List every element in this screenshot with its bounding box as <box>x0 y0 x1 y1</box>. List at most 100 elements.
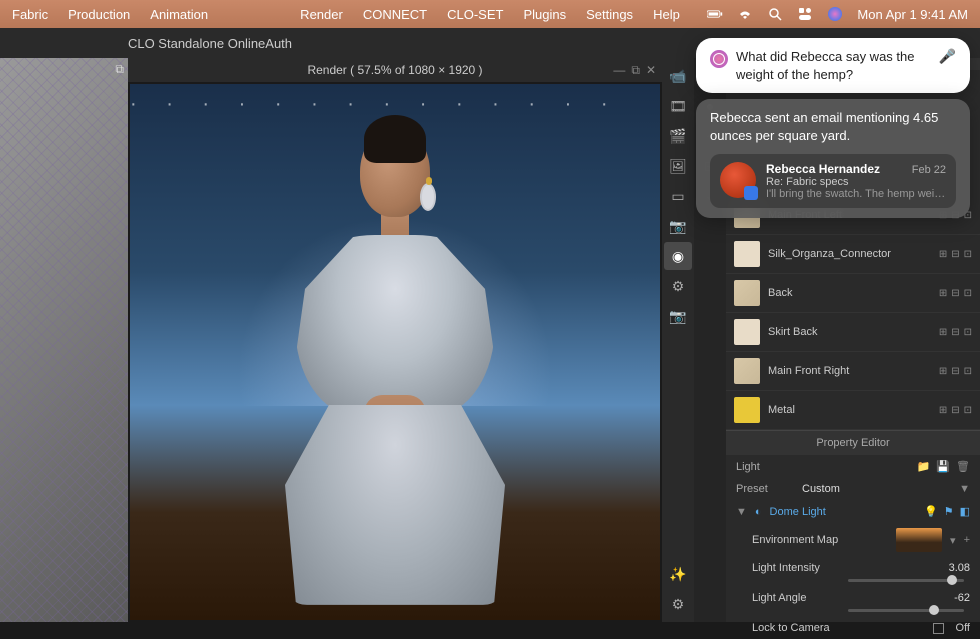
close-icon[interactable]: ✕ <box>646 63 656 78</box>
siri-response-text: Rebecca sent an email mentioning 4.65 ou… <box>710 109 956 144</box>
property-editor-header: Property Editor <box>726 431 980 455</box>
add-icon[interactable]: ⊞ <box>939 366 947 377</box>
object-item[interactable]: Back ⊞⊟⊡ <box>726 274 980 313</box>
render-title: Render ( 57.5% of 1080 × 1920 ) <box>307 63 482 77</box>
copy-icon[interactable]: ⊡ <box>964 405 972 416</box>
folder-icon[interactable]: 📁 <box>917 460 931 473</box>
trash-icon[interactable]: 🗑 <box>956 460 970 473</box>
intensity-slider[interactable] <box>848 579 964 582</box>
lock-label: Lock to Camera <box>752 622 925 634</box>
render-panel: Render ( 57.5% of 1080 × 1920 ) — ⧉ ✕ <box>128 58 662 622</box>
angle-slider[interactable] <box>848 609 964 612</box>
render-toolbar: 📹 🎞 🎬 🖼 ▭ 📷 ◉ ⚙ 📷 ✨ ⚙ <box>662 58 694 622</box>
tool-camera-icon[interactable]: 📹 <box>664 62 692 90</box>
copy-icon[interactable]: ⊡ <box>964 288 972 299</box>
siri-email-result[interactable]: Rebecca Hernandez Feb 22 Re: Fabric spec… <box>710 154 956 208</box>
lock-checkbox[interactable] <box>933 623 944 634</box>
tool-photo-icon[interactable]: 📷 <box>664 212 692 240</box>
minimize-icon[interactable]: — <box>613 63 625 78</box>
siri-query-text: What did Rebecca say was the weight of t… <box>736 48 931 83</box>
object-item[interactable]: Metal ⊞⊟⊡ <box>726 391 980 430</box>
spotlight-icon[interactable] <box>767 6 783 22</box>
object-swatch <box>734 319 760 345</box>
menu-animation[interactable]: Animation <box>150 7 208 22</box>
dome-light-item[interactable]: Dome Light <box>770 506 916 518</box>
object-name: Main Front Right <box>768 365 931 377</box>
wireframe-panel[interactable]: ⧉ <box>0 58 128 622</box>
add-icon[interactable]: ⊞ <box>939 249 947 260</box>
chevron-down-icon[interactable]: ▼ <box>959 483 970 495</box>
tool-settings-icon[interactable]: ⚙ <box>664 590 692 618</box>
preset-dropdown[interactable]: Custom <box>802 483 951 495</box>
battery-icon[interactable] <box>707 6 723 22</box>
menu-connect[interactable]: CONNECT <box>363 7 427 22</box>
copy-icon[interactable]: ⊡ <box>964 327 972 338</box>
object-item[interactable]: Skirt Back ⊞⊟⊡ <box>726 313 980 352</box>
intensity-value[interactable]: 3.08 <box>934 562 970 574</box>
popout-icon[interactable]: ⧉ <box>115 62 124 77</box>
env-map-label: Environment Map <box>752 534 888 546</box>
env-map-thumbnail[interactable] <box>896 528 942 552</box>
grid-icon[interactable]: ⊟ <box>951 327 959 338</box>
grid-icon[interactable]: ⊟ <box>951 249 959 260</box>
tool-gear-icon[interactable]: ⚙ <box>664 272 692 300</box>
copy-icon[interactable]: ⊡ <box>964 249 972 260</box>
render-figure <box>255 127 535 599</box>
control-center-icon[interactable] <box>797 6 813 22</box>
menu-settings[interactable]: Settings <box>586 7 633 22</box>
menu-closet[interactable]: CLO-SET <box>447 7 503 22</box>
angle-label: Light Angle <box>752 592 842 604</box>
figure-dress <box>275 235 515 615</box>
grid-icon[interactable]: ⊟ <box>951 288 959 299</box>
figure-hair <box>364 115 426 163</box>
add-icon[interactable]: ⊞ <box>939 327 947 338</box>
tool-frame-icon[interactable]: ▭ <box>664 182 692 210</box>
tool-clapper-icon[interactable]: 🎬 <box>664 122 692 150</box>
add-icon[interactable]: ⊞ <box>939 405 947 416</box>
object-name: Silk_Organza_Connector <box>768 248 931 260</box>
env-map-dropdown-icon[interactable]: ▾ <box>950 534 956 547</box>
object-swatch <box>734 358 760 384</box>
menubar-status: Mon Apr 1 9:41 AM <box>707 6 968 22</box>
menu-help[interactable]: Help <box>653 7 680 22</box>
object-swatch <box>734 280 760 306</box>
save-icon[interactable]: 💾 <box>936 460 950 473</box>
microphone-icon[interactable]: 🎤 <box>939 48 956 65</box>
dome-light-icon: ◐ <box>755 506 762 518</box>
object-item[interactable]: Silk_Organza_Connector ⊞ ⊟ ⊡ <box>726 235 980 274</box>
tool-camera2-icon[interactable]: 📷 <box>664 302 692 330</box>
menu-fabric[interactable]: Fabric <box>12 7 48 22</box>
tool-image-icon[interactable]: 🖼 <box>664 152 692 180</box>
tool-film-icon[interactable]: 🎞 <box>664 92 692 120</box>
wireframe-viewport[interactable] <box>0 58 128 622</box>
popout-render-icon[interactable]: ⧉ <box>631 63 640 78</box>
wifi-icon[interactable] <box>737 6 753 22</box>
figure-head <box>360 127 430 217</box>
object-swatch <box>734 397 760 423</box>
lock-value: Off <box>956 622 970 634</box>
cube-icon[interactable]: ◧ <box>960 505 970 518</box>
siri-icon[interactable] <box>827 6 843 22</box>
grid-icon[interactable]: ⊟ <box>951 405 959 416</box>
tool-wand-icon[interactable]: ✨ <box>664 560 692 588</box>
copy-icon[interactable]: ⊡ <box>964 366 972 377</box>
menu-production[interactable]: Production <box>68 7 130 22</box>
env-map-add-icon[interactable]: + <box>964 534 970 546</box>
angle-value[interactable]: -62 <box>934 592 970 604</box>
siri-orb-icon <box>710 50 728 68</box>
add-icon[interactable]: ⊞ <box>939 288 947 299</box>
menubar-center: Render CONNECT CLO-SET Plugins Settings … <box>300 7 680 22</box>
object-item[interactable]: Main Front Right ⊞ ⊟ ⊡ <box>726 352 980 391</box>
expand-icon[interactable]: ▼ <box>736 506 747 518</box>
preset-label: Preset <box>736 483 794 495</box>
flag-icon[interactable]: ⚑ <box>944 505 954 518</box>
bulb-icon[interactable]: 💡 <box>924 505 938 518</box>
menu-plugins[interactable]: Plugins <box>523 7 566 22</box>
menu-render[interactable]: Render <box>300 7 343 22</box>
tool-snapshot-icon[interactable]: ◉ <box>664 242 692 270</box>
render-viewport[interactable] <box>130 84 660 620</box>
grid-icon[interactable]: ⊟ <box>951 366 959 377</box>
siri-query-bubble[interactable]: What did Rebecca say was the weight of t… <box>696 38 970 93</box>
menubar-datetime[interactable]: Mon Apr 1 9:41 AM <box>857 7 968 22</box>
window-title-text: CLO Standalone OnlineAuth <box>128 36 292 51</box>
